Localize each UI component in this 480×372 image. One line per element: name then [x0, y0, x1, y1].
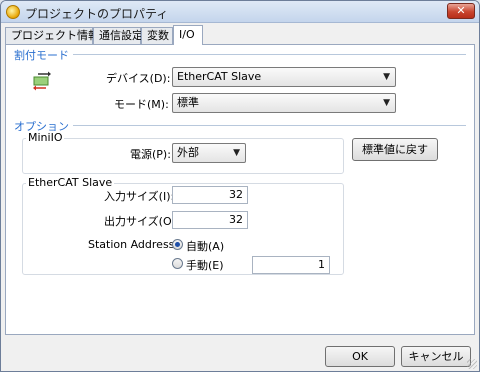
- assignment-section-title: 割付モード: [14, 47, 73, 63]
- auto-radio[interactable]: [172, 239, 183, 250]
- properties-dialog: プロジェクトのプロパティ ✕ プロジェクト情報 通信設定 変数 I/O 割付モー…: [0, 0, 480, 372]
- tab-communication[interactable]: 通信設定: [93, 27, 143, 44]
- station-address-field[interactable]: 1: [252, 256, 330, 274]
- mode-select[interactable]: 標準 ▼: [172, 93, 396, 113]
- manual-radio-label[interactable]: 手動(E): [186, 257, 224, 273]
- minio-group-title: MiniIO: [26, 131, 65, 144]
- mode-label: モード(M):: [114, 98, 169, 111]
- manual-radio[interactable]: [172, 258, 183, 269]
- chevron-down-icon: ▼: [233, 148, 240, 158]
- resize-grip-icon[interactable]: [467, 359, 477, 369]
- output-size-label: 出力サイズ(O):: [104, 215, 180, 228]
- device-label: デバイス(D):: [106, 72, 171, 85]
- device-select[interactable]: EtherCAT Slave ▼: [172, 67, 396, 87]
- restore-default-button[interactable]: 標準値に戻す: [352, 138, 438, 161]
- app-icon: [6, 5, 20, 19]
- tab-variables[interactable]: 変数: [141, 27, 173, 44]
- station-address-label: Station Address :: [88, 238, 182, 251]
- window-title: プロジェクトのプロパティ: [25, 7, 169, 21]
- assignment-rule: [14, 54, 466, 55]
- io-tab-panel: 割付モード デバイス(D): EtherCAT Slave ▼ モード(M): …: [5, 44, 475, 335]
- auto-radio-label[interactable]: 自動(A): [186, 238, 224, 254]
- ok-button[interactable]: OK: [325, 346, 395, 367]
- device-select-value: EtherCAT Slave: [177, 70, 262, 83]
- input-size-label: 入力サイズ(I):: [104, 190, 175, 203]
- tab-io[interactable]: I/O: [173, 25, 203, 45]
- power-select[interactable]: 外部 ▼: [172, 143, 246, 163]
- output-size-field[interactable]: 32: [172, 211, 248, 229]
- tab-project-info[interactable]: プロジェクト情報: [5, 27, 99, 44]
- power-select-value: 外部: [177, 146, 199, 159]
- cancel-button[interactable]: キャンセル: [401, 346, 471, 367]
- chevron-down-icon: ▼: [383, 98, 390, 108]
- mode-select-value: 標準: [177, 96, 199, 109]
- device-exchange-icon: [33, 71, 51, 91]
- ethercat-group-title: EtherCAT Slave: [26, 176, 115, 189]
- close-button[interactable]: ✕: [447, 3, 475, 19]
- input-size-field[interactable]: 32: [172, 186, 248, 204]
- options-rule: [14, 125, 466, 126]
- chevron-down-icon: ▼: [383, 72, 390, 82]
- title-bar[interactable]: プロジェクトのプロパティ ✕: [1, 1, 479, 23]
- power-label: 電源(P):: [130, 148, 171, 161]
